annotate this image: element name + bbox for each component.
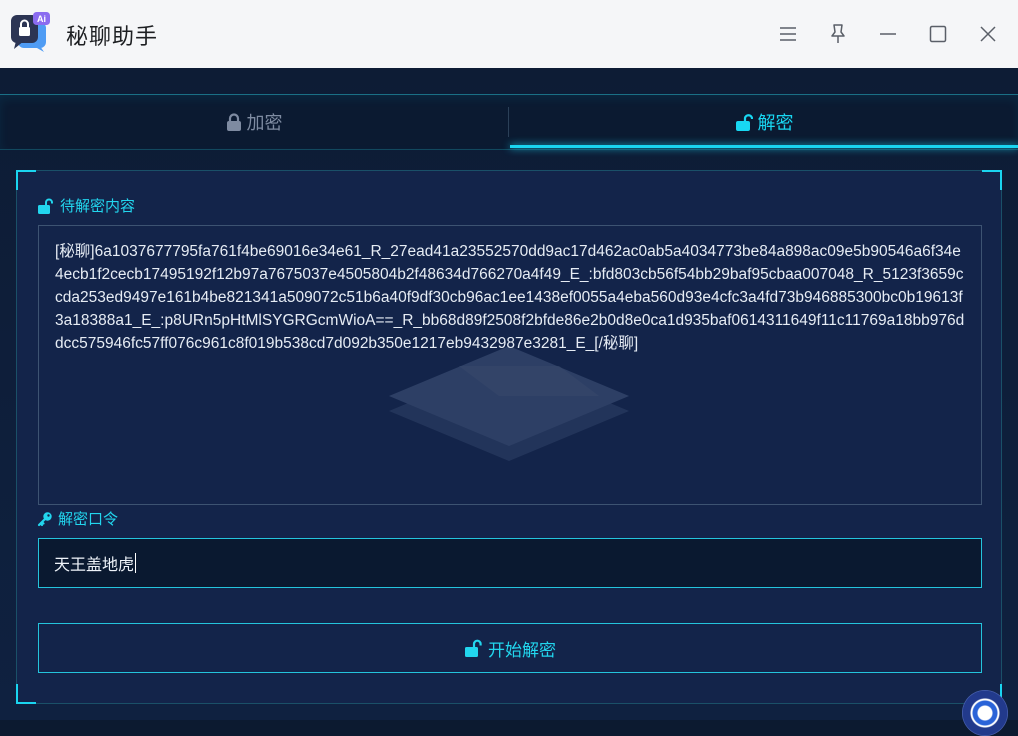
main-area: 加密 解密 待解密内容 [秘聊]6a1037677795fa761f4be690… [0, 68, 1018, 720]
close-icon [980, 26, 996, 42]
tab-decrypt-label: 解密 [757, 113, 794, 133]
pin-button[interactable] [823, 19, 853, 49]
ai-badge: Ai [37, 14, 46, 24]
close-button[interactable] [973, 19, 1003, 49]
tab-encrypt[interactable]: 加密 [0, 95, 508, 149]
tab-decrypt[interactable]: 解密 [510, 95, 1018, 149]
tab-encrypt-label: 加密 [246, 113, 283, 133]
decrypt-panel: 待解密内容 [秘聊]6a1037677795fa761f4be69016e34e… [16, 170, 1002, 704]
corner-decoration [982, 170, 1002, 190]
maximize-icon [929, 25, 947, 43]
content-label: 待解密内容 [37, 195, 135, 216]
corner-decoration [16, 170, 36, 190]
floating-assistant-icon[interactable] [962, 690, 1008, 736]
tab-bar: 加密 解密 [0, 94, 1018, 150]
cipher-text: [秘聊]6a1037677795fa761f4be69016e34e61_R_2… [55, 243, 965, 352]
minimize-icon [880, 33, 896, 35]
app-title: 秘聊助手 [66, 24, 159, 49]
key-icon [37, 511, 52, 526]
key-input[interactable]: 天王盖地虎 [38, 538, 982, 588]
watermark-logo-icon [389, 346, 629, 461]
unlock-icon [38, 198, 53, 214]
tab-divider [508, 107, 509, 137]
unlock-icon [735, 114, 753, 131]
content-label-text: 待解密内容 [60, 198, 136, 215]
menu-button[interactable] [773, 19, 803, 49]
key-label-text: 解密口令 [58, 511, 119, 528]
lock-icon [226, 113, 241, 131]
text-caret [135, 553, 137, 573]
maximize-button[interactable] [923, 19, 953, 49]
chat-lock-app-icon: Ai [10, 12, 50, 54]
key-label: 解密口令 [37, 508, 118, 529]
corner-decoration [16, 684, 36, 704]
start-decrypt-button[interactable]: 开始解密 [38, 623, 982, 673]
active-tab-indicator [510, 145, 1018, 148]
menu-icon [780, 27, 796, 41]
start-decrypt-label: 开始解密 [488, 640, 556, 660]
unlock-icon [465, 639, 482, 657]
cipher-text-area[interactable]: [秘聊]6a1037677795fa761f4be69016e34e61_R_2… [38, 225, 982, 505]
pin-icon [831, 24, 845, 43]
minimize-button[interactable] [873, 19, 903, 49]
key-input-value: 天王盖地虎 [54, 557, 135, 574]
title-bar: Ai 秘聊助手 [0, 0, 1018, 69]
